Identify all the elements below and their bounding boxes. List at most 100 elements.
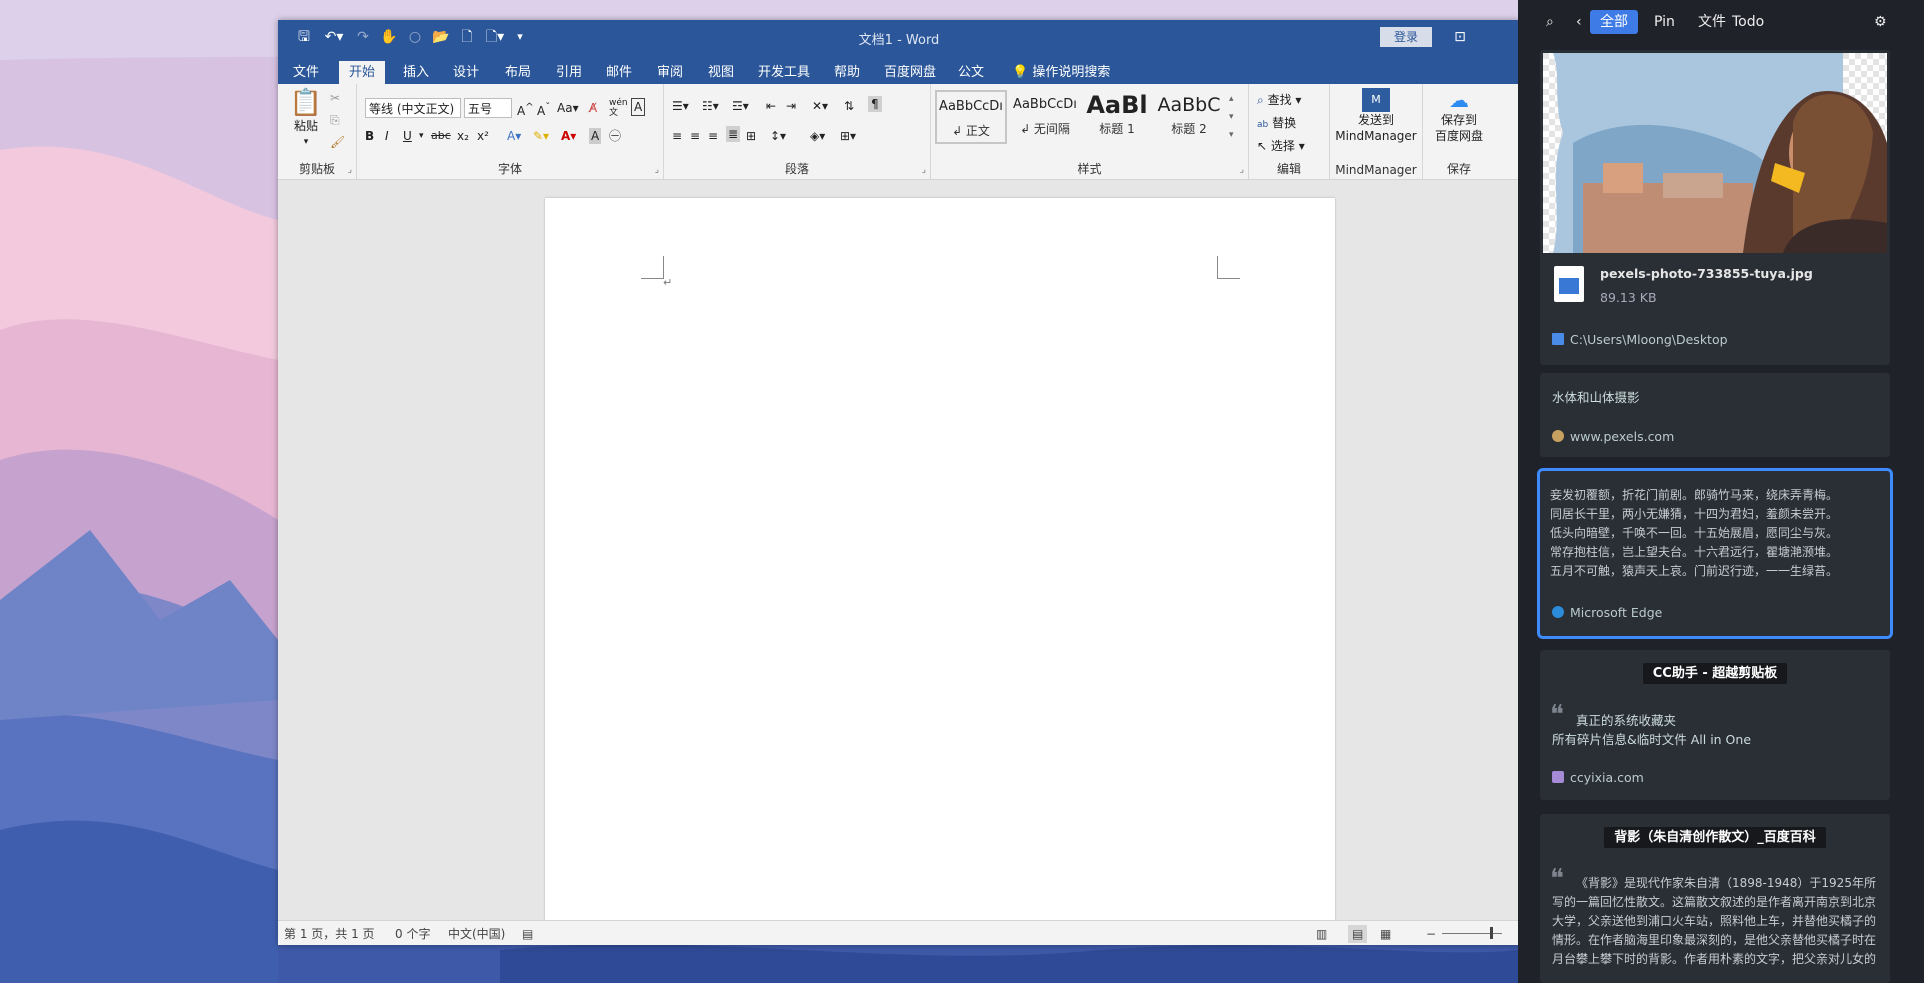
show-marks-icon[interactable]: ¶ (868, 96, 882, 112)
baike-title: 背影（朱自清创作散文）_百度百科 (1540, 826, 1890, 848)
style-heading-1[interactable]: AaBl 标题 1 (1081, 90, 1153, 144)
word-count[interactable]: 0 个字 (395, 925, 430, 943)
enclose-characters-icon[interactable]: ㊀ (609, 128, 621, 144)
page-count[interactable]: 第 1 页，共 1 页 (284, 925, 375, 943)
change-case-button[interactable]: Aa▾ (557, 100, 579, 116)
save-label-1: 保存到 (1440, 113, 1477, 127)
dialog-launcher-icon[interactable]: ⌟ (922, 165, 926, 175)
language-status[interactable]: 中文(中国) (448, 925, 505, 943)
dialog-launcher-icon[interactable]: ⌟ (348, 165, 352, 175)
zoom-slider-thumb[interactable] (1490, 927, 1493, 939)
character-shading-icon[interactable]: A (589, 128, 602, 144)
font-size-select[interactable]: 五号 (464, 98, 512, 118)
character-border-icon[interactable]: A (631, 98, 646, 116)
superscript-button[interactable]: x² (477, 128, 489, 144)
chinese-layout-icon[interactable]: ✕▾ (812, 98, 828, 114)
align-right-icon[interactable]: ≡ (708, 128, 718, 144)
tell-me-search[interactable]: 💡 操作说明搜索 (1002, 61, 1120, 85)
clip-card-link[interactable]: 水体和山体摄影 www.pexels.com (1540, 373, 1890, 457)
style-normal[interactable]: AaBbCcDı ↲ 正文 (935, 90, 1007, 144)
text-effects-icon[interactable]: A▾ (507, 128, 521, 144)
tab-layout[interactable]: 布局 (495, 61, 541, 85)
print-layout-icon[interactable]: ▤ (1348, 925, 1368, 943)
tab-file[interactable]: 文件 (283, 61, 329, 85)
phonetic-guide-icon[interactable]: wén 文 (609, 98, 628, 118)
underline-button[interactable]: U (403, 128, 412, 144)
tab-insert[interactable]: 插入 (393, 61, 439, 85)
document-page[interactable]: ↵ (545, 198, 1335, 938)
web-layout-icon[interactable]: ▦ (1380, 925, 1391, 943)
shrink-font-icon[interactable]: Aˇ (537, 100, 550, 119)
save-to-baidu-button[interactable]: ☁ 保存到 百度网盘 (1427, 88, 1491, 144)
copy-icon[interactable]: ⎘ (330, 112, 340, 128)
format-painter-icon[interactable]: 🖌 (330, 134, 345, 150)
poem-source-text: Microsoft Edge (1570, 605, 1663, 620)
replace-button[interactable]: ab 替换 (1257, 115, 1296, 133)
italic-button[interactable]: I (385, 128, 389, 144)
styles-scroll-icon[interactable]: ▴ ▾ ▾ (1229, 90, 1234, 144)
font-color-icon[interactable]: A▾ (561, 128, 576, 144)
zoom-out-icon[interactable]: − (1426, 925, 1436, 943)
ribbon-display-options-icon[interactable]: ⊡ (1450, 27, 1470, 47)
font-family-select[interactable]: 等线 (中文正文) (365, 98, 461, 118)
save-group-label: 保存 (1446, 162, 1471, 176)
back-icon[interactable]: ‹ (1566, 10, 1592, 34)
link-source: www.pexels.com (1552, 429, 1674, 444)
image-thumbnail[interactable] (1543, 53, 1887, 254)
clip-card-poem[interactable]: 妾发初覆额，折花门前剧。郎骑竹马来，绕床弄青梅。 同居长干里，两小无嫌猜，十四为… (1537, 468, 1893, 639)
paste-button[interactable]: 📋 粘贴 ▾ (286, 88, 326, 150)
shading-icon[interactable]: ◈▾ (810, 128, 825, 144)
decrease-indent-icon[interactable]: ⇤ (766, 98, 776, 114)
zoom-slider[interactable] (1442, 933, 1502, 934)
login-button[interactable]: 登录 (1380, 27, 1432, 47)
tab-review[interactable]: 审阅 (647, 61, 693, 85)
tab-developer[interactable]: 开发工具 (748, 61, 820, 85)
search-icon[interactable]: ⌕ (1536, 10, 1564, 34)
gear-icon[interactable]: ⚙ (1864, 10, 1897, 34)
tab-official-doc[interactable]: 公文 (948, 61, 994, 85)
multilevel-list-icon[interactable]: ☲▾ (732, 98, 749, 114)
subscript-button[interactable]: x₂ (457, 128, 469, 144)
tab-help[interactable]: 帮助 (824, 61, 870, 85)
bold-button[interactable]: B (365, 128, 374, 144)
distributed-icon[interactable]: ⊞ (746, 128, 756, 144)
tab-pin[interactable]: Pin (1644, 10, 1685, 34)
tab-design[interactable]: 设计 (443, 61, 489, 85)
grow-font-icon[interactable]: A^ (517, 100, 534, 119)
highlight-icon[interactable]: ✎▾ (533, 128, 549, 144)
align-left-icon[interactable]: ≡ (672, 128, 682, 144)
tab-references[interactable]: 引用 (546, 61, 592, 85)
clip-card-image[interactable]: pexels-photo-733855-tuya.jpg 89.13 KB C:… (1540, 50, 1890, 365)
chevron-down-icon[interactable]: ▾ (419, 128, 424, 144)
panel-header: ⌕ ‹ 全部 Pin 文件 Todo ⚙ (1518, 0, 1924, 42)
borders-icon[interactable]: ⊞▾ (840, 128, 856, 144)
line-spacing-icon[interactable]: ↕▾ (770, 128, 786, 144)
style-heading-2[interactable]: AaBbC 标题 2 (1153, 90, 1225, 144)
sort-icon[interactable]: ⇅ (844, 98, 854, 114)
numbering-icon[interactable]: ☷▾ (702, 98, 719, 114)
baike-line: 大学，父亲送他到浦口火车站，照料他上车，并替他买橘子的 (1552, 914, 1877, 928)
read-mode-icon[interactable]: ▥ (1316, 925, 1327, 943)
tab-home[interactable]: 开始 (339, 61, 386, 85)
dialog-launcher-icon[interactable]: ⌟ (1240, 165, 1244, 175)
tab-baidu-netdisk[interactable]: 百度网盘 (874, 61, 946, 85)
send-to-mindmanager-button[interactable]: M 发送到 MindManager (1330, 88, 1422, 144)
justify-icon[interactable]: ≣ (726, 126, 741, 142)
tab-mailings[interactable]: 邮件 (596, 61, 642, 85)
select-button[interactable]: ↖ 选择 ▾ (1257, 138, 1305, 154)
tab-todo[interactable]: Todo (1722, 10, 1774, 34)
increase-indent-icon[interactable]: ⇥ (786, 98, 796, 114)
tab-view[interactable]: 视图 (698, 61, 744, 85)
tab-all[interactable]: 全部 (1590, 10, 1638, 34)
clip-card-baike[interactable]: 背影（朱自清创作散文）_百度百科 ❝ 《背影》是现代作家朱自清（1898-194… (1540, 814, 1890, 983)
style-no-spacing[interactable]: AaBbCcDı ↲ 无间隔 (1009, 90, 1081, 144)
align-center-icon[interactable]: ≡ (690, 128, 700, 144)
cut-icon[interactable]: ✂ (330, 90, 340, 106)
strikethrough-button[interactable]: abc (431, 128, 451, 144)
macro-record-icon[interactable]: ▤ (522, 925, 533, 943)
bullets-icon[interactable]: ☰▾ (672, 98, 689, 114)
dialog-launcher-icon[interactable]: ⌟ (655, 165, 659, 175)
clip-card-cc[interactable]: CC助手 - 超越剪贴板 ❝ 真正的系统收藏夹 所有碎片信息&临时文件 All … (1540, 650, 1890, 800)
clear-format-icon[interactable]: A̸ (589, 100, 597, 116)
find-button[interactable]: ⌕ 查找 ▾ (1257, 92, 1301, 108)
